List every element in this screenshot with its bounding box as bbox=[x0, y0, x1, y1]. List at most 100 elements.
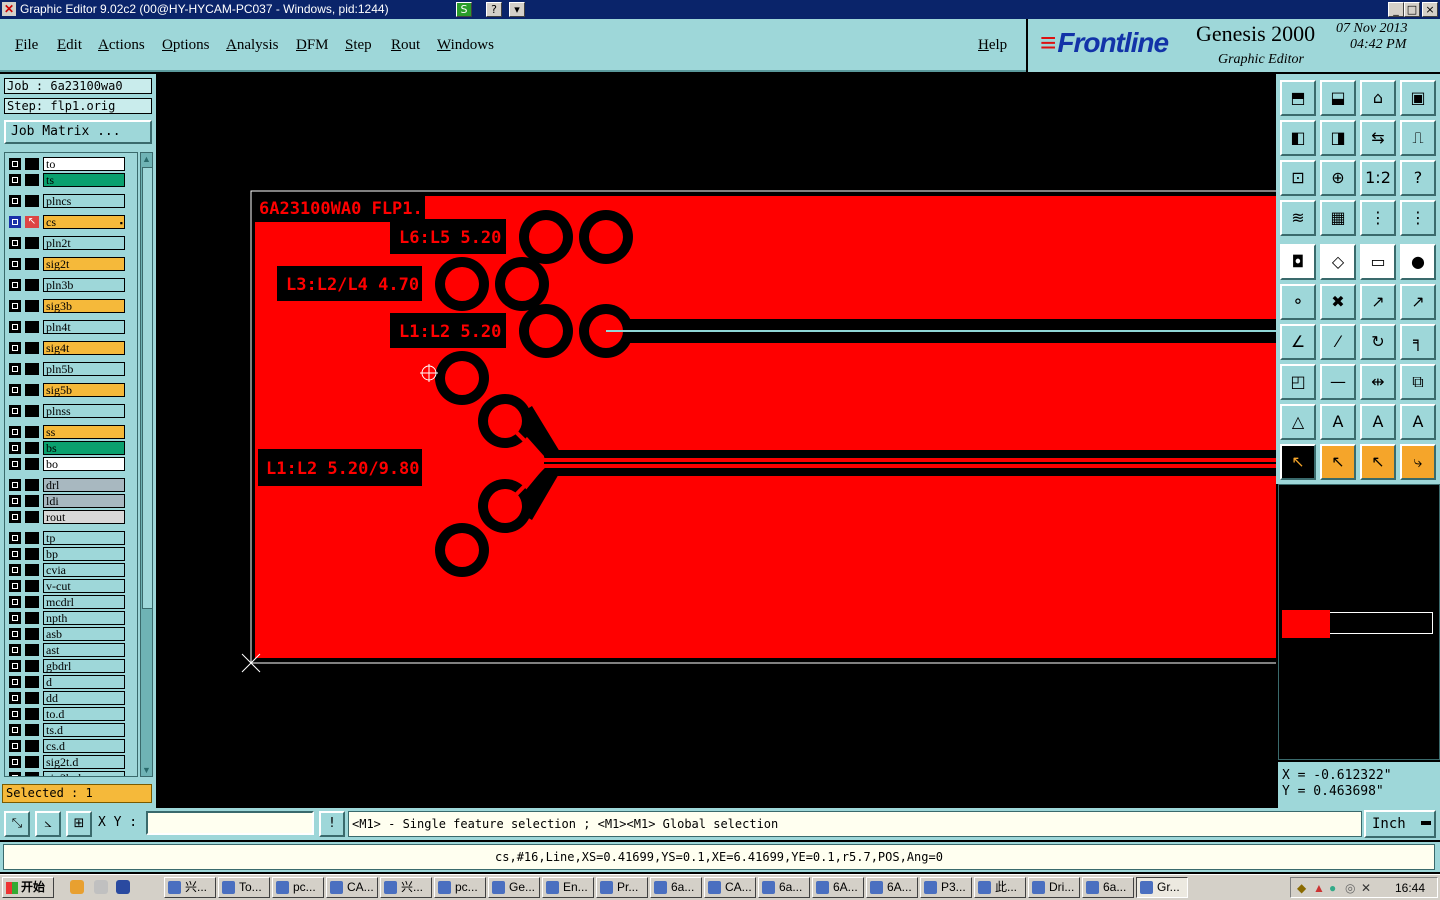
layer-name[interactable]: ts.d bbox=[43, 723, 125, 737]
select-path-icon[interactable]: ⤷ bbox=[1400, 444, 1436, 480]
layer-display-checkbox[interactable] bbox=[9, 195, 21, 207]
taskbar-task[interactable]: pc... bbox=[434, 877, 486, 898]
layer-affected-toggle[interactable] bbox=[25, 580, 39, 592]
layer-row-ast[interactable]: ast bbox=[8, 643, 136, 657]
ie-icon[interactable] bbox=[116, 880, 130, 894]
work-layer-arrow-icon[interactable]: ↖ bbox=[25, 216, 39, 228]
layer-display-checkbox[interactable] bbox=[9, 548, 21, 560]
layer-affected-toggle[interactable] bbox=[25, 756, 39, 768]
pan-left-icon[interactable]: ◧ bbox=[1280, 120, 1316, 156]
measure-icon[interactable]: ≋ bbox=[1280, 200, 1316, 236]
clock-app-icon[interactable] bbox=[70, 880, 84, 894]
layer-name[interactable]: bo bbox=[43, 457, 125, 471]
layer-name[interactable]: npth bbox=[43, 611, 125, 625]
layer-affected-toggle[interactable] bbox=[25, 772, 39, 776]
layer-affected-toggle[interactable] bbox=[25, 384, 39, 396]
layer-display-checkbox[interactable] bbox=[9, 342, 21, 354]
layer-display-checkbox[interactable] bbox=[9, 279, 21, 291]
layer-row-pln3b[interactable]: pln3b bbox=[8, 278, 136, 292]
layer-display-checkbox[interactable] bbox=[9, 495, 21, 507]
query-icon[interactable]: ? bbox=[1400, 160, 1436, 196]
layer-display-checkbox[interactable] bbox=[9, 692, 21, 704]
layer-affected-toggle[interactable] bbox=[25, 405, 39, 417]
layer-row-sig5b[interactable]: sig5b bbox=[8, 383, 136, 397]
taskbar-task[interactable]: Dri... bbox=[1028, 877, 1080, 898]
pan-right-icon[interactable]: ◨ bbox=[1320, 120, 1356, 156]
layer-row-drl[interactable]: drl bbox=[8, 478, 136, 492]
layer-display-checkbox[interactable] bbox=[9, 237, 21, 249]
s-button[interactable]: S bbox=[456, 2, 472, 17]
layer-display-checkbox[interactable] bbox=[9, 740, 21, 752]
units-select[interactable]: Inch bbox=[1364, 810, 1436, 838]
layer-affected-toggle[interactable] bbox=[25, 363, 39, 375]
layer-name[interactable]: asb bbox=[43, 627, 125, 641]
layer-affected-toggle[interactable] bbox=[25, 644, 39, 656]
layer-row-sig2t[interactable]: sig2t bbox=[8, 257, 136, 271]
select-touch-icon[interactable]: ↖ bbox=[1360, 444, 1396, 480]
layer-name[interactable]: to bbox=[43, 157, 125, 171]
start-button[interactable]: 开始 bbox=[2, 877, 54, 898]
layer-display-checkbox[interactable] bbox=[9, 676, 21, 688]
text-b-icon[interactable]: A bbox=[1320, 404, 1356, 440]
taskbar-task[interactable]: CA... bbox=[326, 877, 378, 898]
grid-icon[interactable]: ▦ bbox=[1320, 200, 1356, 236]
layer-row-bo[interactable]: bo bbox=[8, 457, 136, 471]
layer-name[interactable]: cvia bbox=[43, 563, 125, 577]
text-d-icon[interactable]: A bbox=[1400, 404, 1436, 440]
layer-display-checkbox[interactable] bbox=[9, 564, 21, 576]
text-a-icon[interactable]: △ bbox=[1280, 404, 1316, 440]
taskbar-task[interactable]: P3... bbox=[920, 877, 972, 898]
layer-name[interactable]: bp bbox=[43, 547, 125, 561]
layer-affected-toggle[interactable] bbox=[25, 511, 39, 523]
resize-icon[interactable]: ◰ bbox=[1280, 364, 1316, 400]
layer-row-sig3b-d[interactable]: sig3b.d bbox=[8, 771, 136, 776]
step-icon[interactable]: ⎍ bbox=[1400, 120, 1436, 156]
help-button[interactable]: ? bbox=[486, 2, 502, 17]
swap-icon[interactable]: ⇆ bbox=[1360, 120, 1396, 156]
layer-row-bp[interactable]: bp bbox=[8, 547, 136, 561]
select-net-icon[interactable]: ↖ bbox=[1320, 444, 1356, 480]
layer-display-checkbox[interactable] bbox=[9, 612, 21, 624]
layer-display-checkbox[interactable] bbox=[9, 479, 21, 491]
layer-affected-toggle[interactable] bbox=[25, 479, 39, 491]
layer-affected-toggle[interactable] bbox=[25, 426, 39, 438]
layer-row-dd[interactable]: dd bbox=[8, 691, 136, 705]
layer-display-checkbox[interactable] bbox=[9, 532, 21, 544]
snap-icon[interactable]: ⤡ bbox=[4, 811, 30, 837]
text-c-icon[interactable]: A bbox=[1360, 404, 1396, 440]
layer-name[interactable]: sig3b bbox=[43, 299, 125, 313]
layer-name[interactable]: pln4t bbox=[43, 320, 125, 334]
layer-row-ts[interactable]: ts bbox=[8, 173, 136, 187]
layer-name[interactable]: sig4t bbox=[43, 341, 125, 355]
layer-name[interactable]: plncs bbox=[43, 194, 125, 208]
layer-display-checkbox[interactable] bbox=[9, 458, 21, 470]
taskbar-task[interactable]: En... bbox=[542, 877, 594, 898]
layer-name[interactable]: rout bbox=[43, 510, 125, 524]
add-line-icon[interactable]: ◇ bbox=[1320, 244, 1356, 280]
ruler-icon[interactable]: ▭ bbox=[1360, 244, 1396, 280]
layer-display-checkbox[interactable] bbox=[9, 384, 21, 396]
layer-display-checkbox[interactable] bbox=[9, 405, 21, 417]
layer-row-gbdrl[interactable]: gbdrl bbox=[8, 659, 136, 673]
layer-row-ts-d[interactable]: ts.d bbox=[8, 723, 136, 737]
trim-icon[interactable]: — bbox=[1320, 364, 1356, 400]
layer-display-checkbox[interactable] bbox=[9, 628, 21, 640]
layer-row-sig3b[interactable]: sig3b bbox=[8, 299, 136, 313]
menu-step[interactable]: Step bbox=[345, 37, 372, 54]
layer-affected-toggle[interactable] bbox=[25, 195, 39, 207]
layer-display-checkbox[interactable] bbox=[9, 174, 21, 186]
layer-display-checkbox[interactable] bbox=[9, 644, 21, 656]
layer-affected-toggle[interactable] bbox=[25, 300, 39, 312]
layer-row-cvia[interactable]: cvia bbox=[8, 563, 136, 577]
layer-affected-toggle[interactable] bbox=[25, 458, 39, 470]
layer-display-checkbox[interactable] bbox=[9, 216, 21, 228]
layer-affected-toggle[interactable] bbox=[25, 612, 39, 624]
layer-row-d[interactable]: d bbox=[8, 675, 136, 689]
layer-affected-toggle[interactable] bbox=[25, 692, 39, 704]
notepad-icon[interactable] bbox=[94, 880, 108, 894]
layer-row-pln2t[interactable]: pln2t bbox=[8, 236, 136, 250]
layer-name[interactable]: ast bbox=[43, 643, 125, 657]
taskbar-task[interactable]: 6a... bbox=[1082, 877, 1134, 898]
line-icon[interactable]: ⁄ bbox=[1320, 324, 1356, 360]
xy-input[interactable] bbox=[146, 811, 314, 835]
